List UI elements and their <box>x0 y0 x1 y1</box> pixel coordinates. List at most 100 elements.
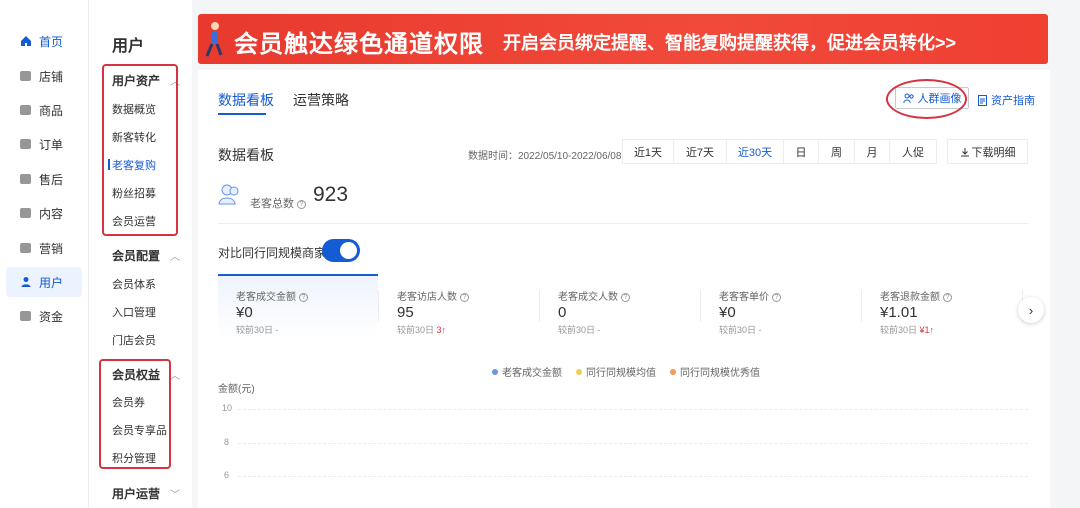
metric-delta: ¥1 <box>919 325 930 335</box>
main-area: 会员触达绿色通道权限 开启会员绑定提醒、智能复购提醒获得，促进会员转化>> 数据… <box>198 0 1050 508</box>
download-icon <box>960 147 970 157</box>
legend-label: 同行同规模优秀值 <box>680 368 760 379</box>
content-icon <box>19 207 32 219</box>
next-arrow-button[interactable]: › <box>1018 297 1044 323</box>
legend-item-2[interactable]: 同行同规模优秀值 <box>670 364 760 379</box>
subnav-item-store-member[interactable]: 门店会员 <box>112 332 156 348</box>
metric-compare-text: 较前30日 <box>558 325 596 335</box>
compare-label: 对比同行同规模商家 <box>218 246 327 260</box>
download-button[interactable]: 下载明细 <box>947 139 1028 164</box>
nav-item-home[interactable]: 首页 <box>6 26 82 56</box>
arrow-up-icon: ↑ <box>929 325 935 335</box>
nav-item-content[interactable]: 内容 <box>6 198 82 228</box>
banner-title: 会员触达绿色通道权限 <box>234 31 484 58</box>
metric-value-3: ¥0 <box>719 304 736 321</box>
metric-compare-text: 较前30日 <box>397 325 435 335</box>
range-week[interactable]: 周 <box>818 139 855 164</box>
arrow-up-icon: ↑ <box>441 325 447 335</box>
nav-item-users[interactable]: 用户 <box>6 267 82 297</box>
tab-dashboard[interactable]: 数据看板 <box>218 90 274 110</box>
legend-item-0[interactable]: 老客成交金额 <box>492 364 562 379</box>
nav-label: 商品 <box>39 103 64 118</box>
legend-item-1[interactable]: 同行同规模均值 <box>576 364 656 379</box>
range-day[interactable]: 日 <box>783 139 819 164</box>
metric-card-3[interactable]: 老客客单价? ¥0 较前30日 - <box>701 274 861 338</box>
metric-value-2: 0 <box>558 304 567 321</box>
gridline <box>238 409 1028 410</box>
legend-dot <box>670 368 676 375</box>
asset-guide-link[interactable]: 资产指南 <box>978 92 1035 108</box>
subnav-item-member-system[interactable]: 会员体系 <box>112 276 156 292</box>
help-icon[interactable]: ? <box>299 292 308 302</box>
metric-card-1[interactable]: 老客访店人数? 95 较前30日 3↑ <box>379 274 539 338</box>
highlight-box <box>102 64 178 236</box>
panel-title: 数据看板 <box>218 147 274 163</box>
nav-item-goods[interactable]: 商品 <box>6 95 82 125</box>
metric-compare-1: 较前30日 3↑ <box>397 323 446 336</box>
user-icon <box>19 276 32 288</box>
nav-item-orders[interactable]: 订单 <box>6 129 82 159</box>
megaphone-icon <box>19 242 32 254</box>
nav-item-aftersale[interactable]: 售后 <box>6 164 82 194</box>
help-icon[interactable]: ? <box>297 199 306 209</box>
range-1d[interactable]: 近1天 <box>622 139 674 164</box>
secondary-nav: 用户 用户资产 ︿ 数据概览 新客转化 老客复购 粉丝招募 会员运营 会员配置 … <box>88 0 192 508</box>
order-icon <box>19 138 32 150</box>
home-icon <box>19 35 32 47</box>
store-icon <box>19 70 32 82</box>
metric-card-0[interactable]: 老客成交金额? ¥0 较前30日 - <box>218 274 378 338</box>
group-member-config[interactable]: 会员配置 ︿ <box>112 247 180 264</box>
metric-compare-text: 较前30日 <box>880 325 918 335</box>
metric-delta: - <box>758 325 762 335</box>
running-man-icon <box>205 22 223 57</box>
guide-label: 资产指南 <box>991 95 1035 107</box>
help-icon[interactable]: ? <box>621 292 630 302</box>
metric-label-text: 老客退款金额 <box>880 292 940 303</box>
metric-card-4[interactable]: 老客退款金额? ¥1.01 较前30日 ¥1↑ <box>862 274 1022 338</box>
metric-label-4: 老客退款金额? <box>880 288 952 303</box>
nav-label: 订单 <box>39 137 64 152</box>
metric-label-text: 老客成交金额 <box>236 292 296 303</box>
metric-compare-2: 较前30日 - <box>558 323 601 336</box>
metric-label-3: 老客客单价? <box>719 288 781 303</box>
range-30d[interactable]: 近30天 <box>726 139 784 164</box>
range-custom[interactable]: 人促 <box>889 139 937 164</box>
metric-label-text: 老客访店人数 <box>397 292 457 303</box>
range-7d[interactable]: 近7天 <box>673 139 727 164</box>
nav-label: 用户 <box>39 275 64 290</box>
chevron-down-icon: ﹀ <box>170 490 180 501</box>
metric-compare-4: 较前30日 ¥1↑ <box>880 323 934 336</box>
total-label-text: 老客总数 <box>250 198 294 210</box>
metric-label-text: 老客成交人数 <box>558 292 618 303</box>
compare-toggle[interactable] <box>322 239 360 262</box>
help-icon[interactable]: ? <box>943 292 952 302</box>
nav-item-funds[interactable]: 资金 <box>6 301 82 331</box>
tab-strategy[interactable]: 运营策略 <box>293 90 349 110</box>
subnav-title: 用户 <box>112 38 145 55</box>
metric-compare-text: 较前30日 <box>719 325 757 335</box>
goods-icon <box>19 104 32 116</box>
nav-label: 资金 <box>39 309 64 324</box>
legend-label: 同行同规模均值 <box>586 368 656 379</box>
group-user-ops[interactable]: 用户运营 ﹀ <box>112 485 180 502</box>
nav-item-store[interactable]: 店铺 <box>6 61 82 91</box>
group-label: 会员配置 <box>112 249 161 263</box>
promo-banner[interactable]: 会员触达绿色通道权限 开启会员绑定提醒、智能复购提醒获得，促进会员转化>> <box>198 14 1048 64</box>
help-icon[interactable]: ? <box>772 292 781 302</box>
nav-label: 售后 <box>39 172 64 187</box>
banner-subtitle: 开启会员绑定提醒、智能复购提醒获得，促进会员转化>> <box>503 33 957 53</box>
date-range: 数据时间：2022/05/10-2022/06/08 <box>468 151 622 162</box>
metric-value-0: ¥0 <box>236 304 253 321</box>
help-icon[interactable]: ? <box>460 292 469 302</box>
wallet-icon <box>19 310 32 322</box>
metric-compare-text: 较前30日 <box>236 325 274 335</box>
metric-delta: - <box>597 325 601 335</box>
divider <box>218 223 1028 224</box>
range-month[interactable]: 月 <box>854 139 890 164</box>
subnav-item-entry-mgmt[interactable]: 入口管理 <box>112 304 156 320</box>
legend-dot <box>492 368 498 375</box>
nav-item-marketing[interactable]: 营销 <box>6 233 82 263</box>
nav-label: 首页 <box>39 34 64 49</box>
metric-card-2[interactable]: 老客成交人数? 0 较前30日 - <box>540 274 700 338</box>
gridline <box>238 476 1028 477</box>
